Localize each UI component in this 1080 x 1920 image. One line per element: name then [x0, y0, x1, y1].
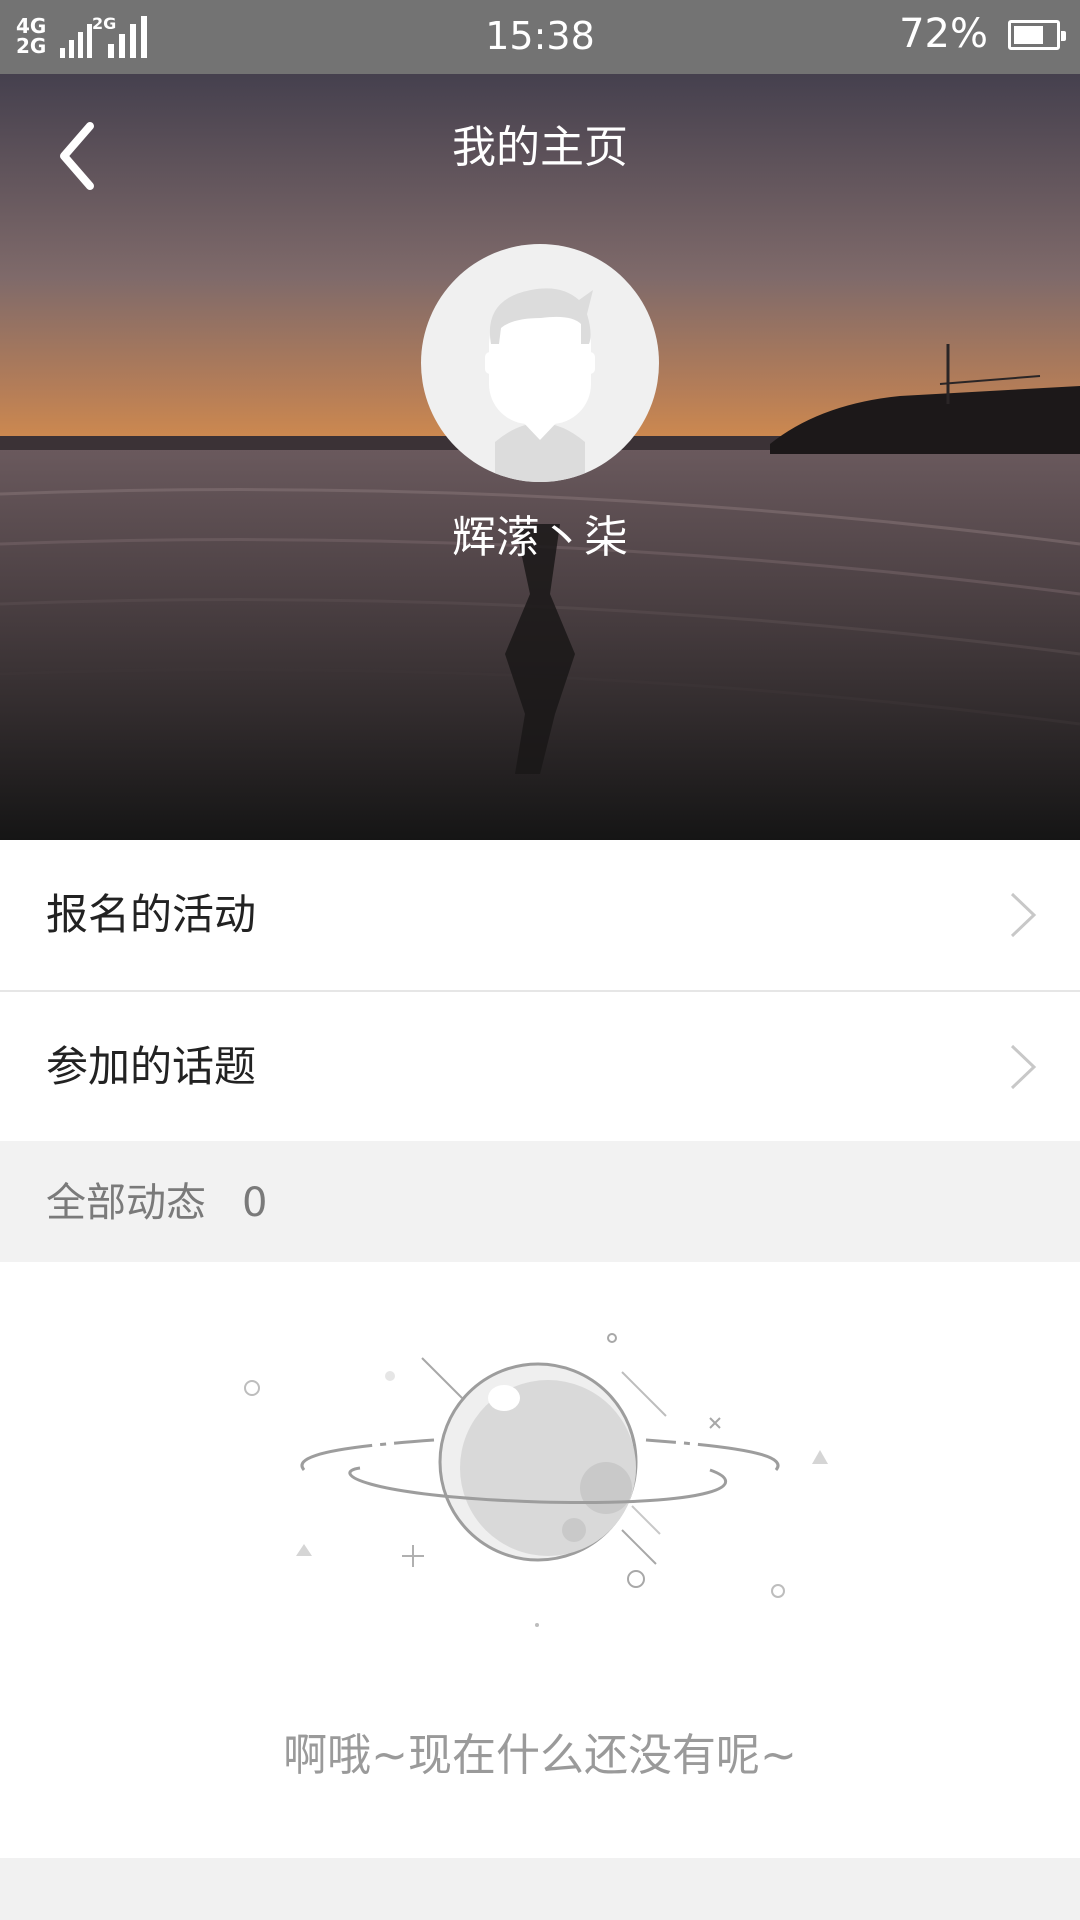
- chevron-right-icon: [1010, 892, 1037, 938]
- menu-row-activities-label: 报名的活动: [46, 890, 257, 939]
- menu-row-topics-label: 参加的话题: [46, 1042, 257, 1091]
- menu-row-topics[interactable]: 参加的话题: [0, 992, 1080, 1142]
- avatar[interactable]: [421, 244, 659, 482]
- default-avatar-icon: [485, 288, 595, 482]
- profile-header: 我的主页 辉潆丶柒: [0, 74, 1080, 840]
- planet-icon: [244, 1333, 828, 1627]
- feed-section-label: 全部动态: [46, 1180, 206, 1226]
- feed-count: 0: [242, 1180, 268, 1226]
- status-bar: 4G 2G 2G 15:38 72%: [0, 0, 1080, 74]
- page-title: 我的主页: [452, 122, 628, 173]
- feed-section-header: 全部动态 0: [0, 1141, 1080, 1262]
- empty-state-message: 啊哦~现在什么还没有呢~: [283, 1730, 797, 1781]
- chevron-right-icon: [1010, 1044, 1037, 1090]
- battery-fill: [1014, 26, 1043, 44]
- menu-row-activities[interactable]: 报名的活动: [0, 840, 1080, 990]
- battery-percentage: 72%: [899, 11, 988, 57]
- bottom-spacer: [0, 1858, 1080, 1920]
- battery-icon: [1008, 20, 1066, 50]
- username: 辉潆丶柒: [452, 512, 628, 563]
